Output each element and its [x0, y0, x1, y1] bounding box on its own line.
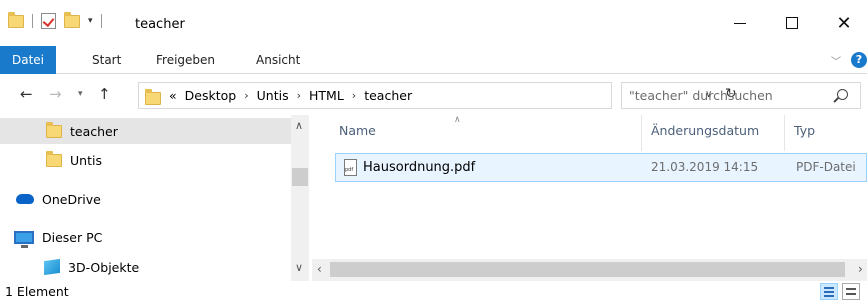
minimize-icon	[734, 22, 746, 24]
navigation-bar: ← → ▾ ↑ « Desktop › Untis › HTML › teach…	[0, 75, 867, 115]
maximize-button[interactable]	[769, 0, 815, 46]
folder-icon	[145, 89, 161, 105]
table-row[interactable]: Hausordnung.pdf 21.03.2019 14:15 PDF-Dat…	[335, 153, 867, 182]
onedrive-icon	[16, 194, 34, 204]
column-header-name[interactable]: Name	[339, 123, 376, 138]
scroll-right-icon[interactable]: ›	[858, 262, 863, 276]
separator	[32, 14, 33, 28]
large-icons-view-icon	[846, 288, 856, 290]
breadcrumb-untis[interactable]: Untis	[257, 83, 289, 108]
nav-item-onedrive[interactable]: OneDrive	[0, 186, 291, 212]
nav-item-dieser-pc[interactable]: Dieser PC	[0, 224, 291, 250]
tab-freigeben[interactable]: Freigeben	[156, 46, 215, 74]
recent-locations-icon[interactable]: ▾	[78, 89, 83, 99]
folder-icon	[46, 150, 62, 167]
file-date: 21.03.2019 14:15	[651, 160, 759, 174]
scroll-down-icon[interactable]: ∨	[295, 261, 303, 274]
file-list: Name ∧ Änderungsdatum Typ Hausordnung.pd…	[312, 115, 867, 281]
details-view-button[interactable]	[820, 283, 838, 300]
close-button[interactable]: ✕	[821, 0, 867, 46]
scroll-thumb[interactable]	[292, 168, 308, 186]
nav-item-label: Dieser PC	[42, 229, 103, 245]
breadcrumb-desktop[interactable]: Desktop	[185, 83, 237, 108]
chevron-right-icon[interactable]: ›	[244, 83, 248, 108]
search-placeholder: "teacher" durchsuchen	[629, 88, 773, 103]
nav-item-label: 3D-Objekte	[68, 259, 140, 275]
tab-start[interactable]: Start	[92, 46, 121, 74]
minimize-button[interactable]	[717, 0, 763, 46]
tab-datei[interactable]: Datei	[0, 46, 56, 74]
search-input[interactable]: "teacher" durchsuchen	[621, 82, 861, 109]
chevron-right-icon[interactable]: ›	[352, 83, 356, 108]
horizontal-scrollbar[interactable]: ‹ ›	[312, 259, 867, 281]
navigation-pane: teacher Untis OneDrive Dieser PC 3D-Obje…	[0, 115, 291, 281]
close-icon: ✕	[836, 12, 852, 34]
expand-ribbon-icon[interactable]: ﹀	[831, 53, 841, 68]
details-view-icon	[824, 287, 834, 289]
nav-item-label: teacher	[70, 123, 118, 139]
breadcrumb-teacher[interactable]: teacher	[364, 83, 412, 108]
folder-icon	[8, 11, 24, 28]
breadcrumb: « Desktop › Untis › HTML › teacher	[169, 83, 420, 108]
help-icon[interactable]: ?	[851, 52, 867, 68]
column-header-type[interactable]: Typ	[794, 123, 815, 138]
scroll-left-icon[interactable]: ‹	[317, 262, 322, 276]
column-divider[interactable]	[641, 115, 642, 151]
cube-icon	[44, 258, 60, 276]
column-header-date[interactable]: Änderungsdatum	[651, 123, 759, 138]
large-icons-view-icon	[846, 293, 856, 295]
address-bar[interactable]: « Desktop › Untis › HTML › teacher ∨ ↻	[138, 82, 737, 109]
item-count: 1 Element	[5, 284, 69, 299]
customize-qat-icon[interactable]: ▾	[88, 16, 93, 26]
nav-item-untis[interactable]: Untis	[0, 147, 291, 173]
large-icons-view-button[interactable]	[842, 283, 860, 300]
scroll-up-icon[interactable]: ∧	[295, 119, 303, 132]
forward-arrow-icon[interactable]: →	[49, 85, 62, 103]
column-divider[interactable]	[784, 115, 785, 151]
up-arrow-icon[interactable]: ↑	[98, 85, 111, 103]
nav-item-label: OneDrive	[42, 191, 101, 207]
file-type: PDF-Datei	[796, 160, 856, 174]
title-bar: ▾ teacher ✕	[0, 0, 867, 46]
search-icon[interactable]	[837, 89, 848, 100]
nav-item-label: Untis	[70, 152, 102, 168]
status-bar: 1 Element	[0, 281, 867, 302]
breadcrumb-overflow[interactable]: «	[169, 83, 177, 108]
pc-icon	[14, 230, 34, 248]
back-arrow-icon[interactable]: ←	[20, 85, 33, 103]
breadcrumb-html[interactable]: HTML	[309, 83, 344, 108]
window-title: teacher	[135, 17, 185, 32]
scroll-thumb[interactable]	[330, 262, 845, 277]
chevron-right-icon[interactable]: ›	[297, 83, 301, 108]
sort-ascending-icon: ∧	[454, 115, 461, 125]
separator	[100, 14, 102, 28]
folder-icon	[46, 121, 62, 138]
nav-item-teacher[interactable]: teacher	[0, 118, 291, 144]
ribbon: Datei Start Freigeben Ansicht ﹀ ?	[0, 46, 867, 74]
nav-item-3d-objekte[interactable]: 3D-Objekte	[0, 254, 291, 280]
quick-access-toolbar: ▾	[8, 11, 110, 29]
details-view-icon	[824, 291, 834, 293]
tab-ansicht[interactable]: Ansicht	[256, 46, 300, 74]
pdf-file-icon	[344, 159, 357, 176]
nav-scrollbar[interactable]: ∧ ∨	[291, 115, 309, 281]
details-view-icon	[824, 295, 834, 297]
file-name: Hausordnung.pdf	[363, 160, 476, 175]
maximize-icon	[786, 17, 798, 29]
new-folder-icon[interactable]	[64, 11, 80, 28]
properties-icon[interactable]	[41, 13, 56, 29]
